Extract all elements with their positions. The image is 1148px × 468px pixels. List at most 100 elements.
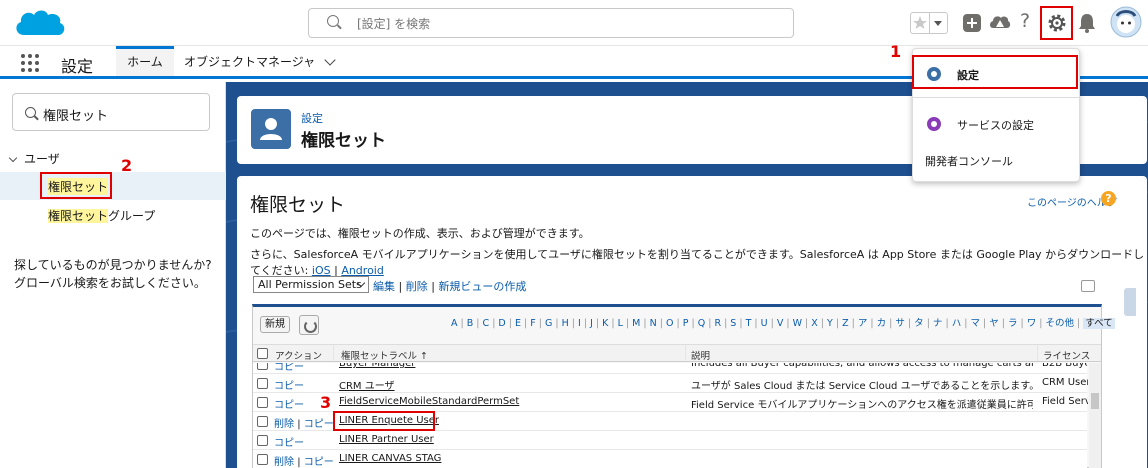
separator: | xyxy=(688,318,698,329)
tree-group-label: ユーザ xyxy=(24,152,60,166)
copy-link[interactable]: コピー xyxy=(274,400,304,411)
printer-icon[interactable] xyxy=(1081,280,1095,292)
delete-link[interactable]: 削除 xyxy=(274,457,294,468)
separator: | xyxy=(673,318,683,329)
column-header-description[interactable]: 説明 xyxy=(691,348,710,362)
help-icon[interactable]: ? xyxy=(1020,10,1030,32)
alpha-filter-item[interactable]: ナ xyxy=(933,318,943,329)
row-checkbox[interactable] xyxy=(257,435,268,446)
alpha-filter-item[interactable]: ア xyxy=(858,318,868,329)
scrollbar-thumb[interactable] xyxy=(1091,393,1099,409)
permission-set-link[interactable]: LINER Partner User xyxy=(339,434,434,445)
row-actions: 削除 | コピー xyxy=(274,415,334,430)
edit-view-link[interactable]: 編集 xyxy=(373,280,395,293)
alpha-filter-item[interactable]: H xyxy=(562,318,569,329)
permission-set-link[interactable]: FieldServiceMobileStandardPermSet xyxy=(339,396,519,407)
row-actions: 削除 | コピー xyxy=(274,453,334,468)
separator: | xyxy=(832,318,843,329)
sidebar-item-permission-set-groups[interactable]: 権限セットグループ xyxy=(48,207,155,224)
copy-link[interactable]: コピー xyxy=(274,438,304,449)
alpha-filter-item[interactable]: ヤ xyxy=(989,318,999,329)
description-line-2: さらに、SalesforceA モバイルアプリケーションを使用してユーザに権限セ… xyxy=(250,246,1147,278)
separator: | xyxy=(942,318,952,329)
permission-set-link[interactable]: LINER CANVAS STAG xyxy=(339,453,441,464)
column-header-license[interactable]: ライセンス xyxy=(1043,348,1090,362)
alpha-filter-item[interactable]: ラ xyxy=(1008,318,1018,329)
global-actions-plus-icon[interactable] xyxy=(962,13,982,33)
favorites-list-icon[interactable] xyxy=(930,12,948,34)
tab-home[interactable]: ホーム xyxy=(116,46,174,76)
view-select[interactable]: All Permission Sets xyxy=(253,276,369,293)
annotation-box-1 xyxy=(1040,6,1073,40)
tab-object-manager[interactable]: オブジェクトマネージャ xyxy=(184,53,315,70)
separator: | xyxy=(592,318,603,329)
alpha-filter-all[interactable]: すべて xyxy=(1083,318,1115,329)
row-checkbox[interactable] xyxy=(257,416,268,427)
row-checkbox[interactable] xyxy=(257,378,268,389)
search-icon xyxy=(25,107,36,118)
row-description: ユーザが Sales Cloud または Service Cloud ユーザであ… xyxy=(691,381,1033,392)
notifications-bell-icon[interactable] xyxy=(1077,12,1097,34)
separator: | xyxy=(580,318,591,329)
separator: | xyxy=(608,318,618,329)
app-launcher-icon[interactable] xyxy=(21,54,41,72)
alpha-filter-item[interactable]: その他 xyxy=(1046,318,1075,329)
tree-group-users[interactable]: ユーザ xyxy=(8,150,60,167)
separator: | xyxy=(297,419,301,430)
refresh-icon[interactable] xyxy=(299,315,319,335)
panel-collapse-handle[interactable] xyxy=(1124,288,1136,316)
help-icon[interactable]: ? xyxy=(1101,191,1116,206)
separator: | xyxy=(622,318,633,329)
permission-set-link[interactable]: CRM ユーザ xyxy=(339,377,395,392)
user-avatar[interactable] xyxy=(1110,6,1142,38)
alpha-filter-item[interactable]: ワ xyxy=(1027,318,1037,329)
copy-link[interactable]: コピー xyxy=(274,381,304,392)
row-license: Field Servi xyxy=(1042,396,1088,407)
alpha-filter-item[interactable]: U xyxy=(761,318,768,329)
separator: | xyxy=(1017,318,1027,329)
salesforce-cloud-logo[interactable] xyxy=(12,5,68,41)
column-header-label[interactable]: 権限セットラベル ↑ xyxy=(341,348,428,362)
separator: | xyxy=(640,318,650,329)
alpha-filter-item[interactable]: マ xyxy=(970,318,980,329)
alpha-filter-item[interactable]: N xyxy=(650,318,657,329)
copy-link[interactable]: コピー xyxy=(274,363,304,373)
global-search-input[interactable]: [設定] を検索 xyxy=(308,8,794,38)
quick-find-input[interactable]: 権限セット xyxy=(12,93,210,131)
alpha-filter-item[interactable]: W xyxy=(793,318,802,329)
row-checkbox[interactable] xyxy=(257,397,268,408)
menu-item-service-setup[interactable]: サービスの設定 xyxy=(913,109,1081,139)
select-all-checkbox[interactable] xyxy=(257,348,268,359)
favorites-star-icon[interactable] xyxy=(910,12,930,34)
annotation-number-2: 2 xyxy=(121,156,133,175)
separator: | xyxy=(736,318,746,329)
separator: | xyxy=(568,318,579,329)
chevron-down-icon[interactable] xyxy=(324,54,336,66)
column-divider xyxy=(1037,345,1038,361)
quick-find-value: 権限セット xyxy=(43,109,109,124)
view-select-value: All Permission Sets xyxy=(258,278,362,291)
new-view-link[interactable]: 新規ビューの作成 xyxy=(438,280,526,293)
sidebar-item-permission-sets[interactable]: 権限セット xyxy=(0,172,226,200)
alpha-filter-item[interactable]: D xyxy=(498,318,505,329)
page-title: 権限セット xyxy=(301,131,386,151)
delete-view-link[interactable]: 削除 xyxy=(406,280,428,293)
separator: | xyxy=(297,457,301,468)
scrollbar[interactable] xyxy=(1089,363,1101,468)
delete-link[interactable]: 削除 xyxy=(274,419,294,430)
copy-link[interactable]: コピー xyxy=(304,419,334,430)
sidebar-item-label: グループ xyxy=(108,209,156,223)
menu-item-developer-console[interactable]: 開発者コンソール xyxy=(913,145,1081,175)
new-button[interactable]: 新規 xyxy=(260,316,290,333)
alpha-filter-item[interactable]: カ xyxy=(877,318,887,329)
separator: | xyxy=(505,318,515,329)
row-actions: コピー xyxy=(274,377,304,392)
row-checkbox[interactable] xyxy=(257,454,268,465)
alpha-filter-item[interactable]: ハ xyxy=(952,318,962,329)
annotation-box-3 xyxy=(333,411,435,431)
trailhead-icon[interactable] xyxy=(989,12,1011,34)
menu-item-label: 開発者コンソール xyxy=(925,155,1013,168)
alpha-filter-item[interactable]: タ xyxy=(914,318,924,329)
alpha-filter-item[interactable]: サ xyxy=(895,318,905,329)
copy-link[interactable]: コピー xyxy=(304,457,334,468)
